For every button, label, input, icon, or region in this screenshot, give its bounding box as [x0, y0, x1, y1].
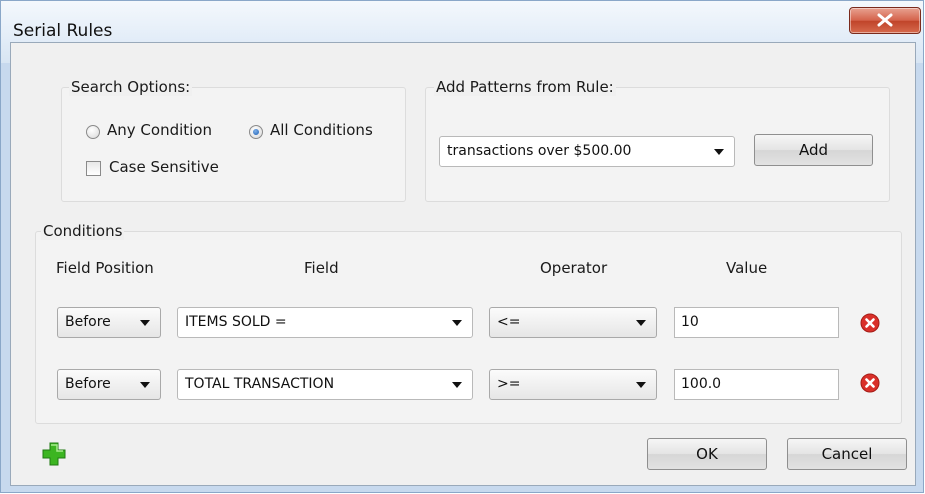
ok-button[interactable]: OK [647, 438, 767, 470]
chevron-down-icon [714, 149, 724, 155]
chevron-down-icon [140, 382, 150, 388]
close-button[interactable] [849, 7, 921, 34]
operator-select[interactable]: <= [489, 307, 657, 338]
field-select[interactable]: ITEMS SOLD = [177, 307, 473, 338]
add-pattern-button[interactable]: Add [754, 134, 873, 166]
value-input[interactable]: 100.0 [674, 369, 839, 400]
search-options-group [61, 87, 406, 202]
field-position-select[interactable]: Before [57, 307, 161, 338]
dialog-client-area: Search Options: Any Condition All Condit… [10, 42, 916, 486]
value-input[interactable]: 10 [674, 307, 839, 338]
field-position-value: Before [65, 314, 111, 330]
add-patterns-label: Add Patterns from Rule: [434, 78, 616, 96]
value-text: 10 [681, 314, 699, 330]
conditions-label: Conditions [41, 222, 125, 240]
field-value: TOTAL TRANSACTION [185, 376, 335, 392]
field-position-header: Field Position [56, 259, 154, 277]
operator-value: >= [497, 376, 521, 392]
rule-select[interactable]: transactions over $500.00 [439, 136, 735, 167]
field-position-value: Before [65, 376, 111, 392]
case-sensitive-label[interactable]: Case Sensitive [109, 158, 219, 176]
operator-value: <= [497, 314, 521, 330]
field-header: Field [304, 259, 339, 277]
search-options-label: Search Options: [69, 78, 193, 96]
dialog-window: Serial Rules Search Options: Any Conditi… [0, 0, 924, 493]
operator-select[interactable]: >= [489, 369, 657, 400]
field-value: ITEMS SOLD = [185, 314, 287, 330]
field-select[interactable]: TOTAL TRANSACTION [177, 369, 473, 400]
rule-select-value: transactions over $500.00 [447, 143, 632, 159]
add-condition-icon[interactable] [42, 442, 66, 466]
case-sensitive-checkbox[interactable] [86, 161, 101, 176]
value-header: Value [726, 259, 768, 277]
all-conditions-radio[interactable] [249, 125, 263, 139]
chevron-down-icon [452, 320, 462, 326]
chevron-down-icon [140, 320, 150, 326]
cancel-button[interactable]: Cancel [787, 438, 907, 470]
window-title: Serial Rules [13, 21, 113, 41]
chevron-down-icon [636, 382, 646, 388]
chevron-down-icon [636, 320, 646, 326]
field-position-select[interactable]: Before [57, 369, 161, 400]
value-text: 100.0 [681, 376, 722, 392]
remove-condition-icon[interactable] [860, 373, 880, 393]
close-x-icon [877, 13, 893, 27]
any-condition-label[interactable]: Any Condition [107, 121, 212, 139]
operator-header: Operator [540, 259, 608, 277]
chevron-down-icon [452, 382, 462, 388]
any-condition-radio[interactable] [86, 125, 100, 139]
remove-condition-icon[interactable] [860, 313, 880, 333]
all-conditions-label[interactable]: All Conditions [270, 121, 373, 139]
